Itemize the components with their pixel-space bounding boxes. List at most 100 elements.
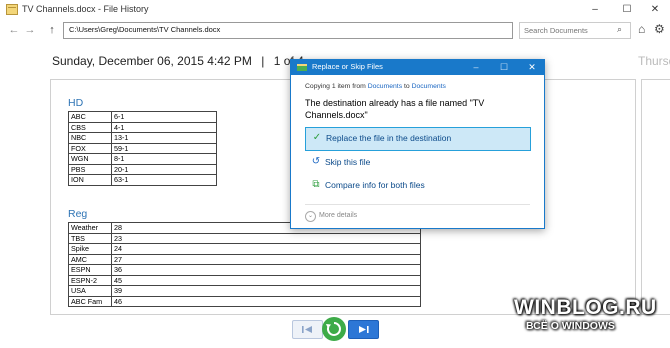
channel-name-cell: PBS xyxy=(68,163,112,175)
channel-name-cell: ESPN xyxy=(68,264,112,276)
channel-number-cell: 8-1 xyxy=(111,153,217,165)
dialog-title: Replace or Skip Files xyxy=(312,62,383,71)
table-row: AMC 27 xyxy=(68,253,421,265)
channel-number-cell: 45 xyxy=(111,274,421,286)
checkmark-icon: ✓ xyxy=(312,132,322,143)
window-title: TV Channels.docx - File History xyxy=(22,4,149,14)
hd-channel-table: ABC 6-1 CBS 4-1 NBC 13-1 FOX 59-1 WGN 8-1 PBS 20-1 I… xyxy=(68,111,217,186)
table-row: ESPN 36 xyxy=(68,264,421,276)
dialog-maximize-button[interactable]: ☐ xyxy=(493,60,515,75)
more-details-label: More details xyxy=(319,212,358,219)
skip-file-option[interactable]: ↺ Skip this file xyxy=(305,152,529,174)
destination-folder-link[interactable]: Documents xyxy=(412,83,446,90)
channel-name-cell: WGN xyxy=(68,153,112,165)
channel-number-cell: 36 xyxy=(111,264,421,276)
channel-number-cell: 46 xyxy=(111,295,421,307)
copy-prefix: Copying 1 item from xyxy=(305,83,368,90)
channel-number-cell: 20-1 xyxy=(111,163,217,175)
channel-name-cell: ABC xyxy=(68,111,112,123)
reg-heading: Reg xyxy=(68,208,88,220)
folder-icon xyxy=(297,64,307,71)
dialog-divider xyxy=(305,204,530,205)
navigation-bar: ← → ↑ C:\Users\Greg\Documents\TV Channel… xyxy=(0,20,670,42)
skip-option-label: Skip this file xyxy=(325,157,371,167)
table-row: TBS 23 xyxy=(68,232,421,244)
title-bar: TV Channels.docx - File History – ☐ ✕ xyxy=(0,0,670,20)
channel-name-cell: USA xyxy=(68,285,112,297)
table-row: CBS 4-1 xyxy=(68,121,217,133)
channel-name-cell: ABC Fam xyxy=(68,295,112,307)
settings-gear-icon[interactable]: ⚙ xyxy=(654,22,665,36)
watermark-subtitle: ВСЁ О WINDOWS xyxy=(526,320,615,332)
up-arrow-icon[interactable]: ↑ xyxy=(44,22,60,38)
maximize-button[interactable]: ☐ xyxy=(612,0,642,20)
channel-number-cell: 63-1 xyxy=(111,174,217,186)
table-row: PBS 20-1 xyxy=(68,163,217,175)
hd-heading: HD xyxy=(68,97,84,109)
replace-file-option[interactable]: ✓ Replace the file in the destination xyxy=(305,127,531,151)
channel-name-cell: NBC xyxy=(68,132,112,144)
search-icon[interactable]: ⌕ xyxy=(617,24,622,35)
home-icon[interactable]: ⌂ xyxy=(638,22,645,36)
channel-number-cell: 27 xyxy=(111,253,421,265)
channel-name-cell: ESPN-2 xyxy=(68,274,112,286)
channel-name-cell: Weather xyxy=(68,222,112,234)
dialog-title-bar: Replace or Skip Files – ☐ ✕ xyxy=(291,60,544,75)
watermark-title: WINBLOG.RU xyxy=(514,296,657,319)
channel-name-cell: FOX xyxy=(68,142,112,154)
restore-arrow-icon xyxy=(326,322,341,336)
next-version-preview[interactable] xyxy=(641,79,670,315)
table-row: ABC Fam 46 xyxy=(68,295,421,307)
back-arrow-icon[interactable]: ← xyxy=(6,22,22,38)
next-version-button[interactable] xyxy=(348,320,379,339)
table-row: Spike 24 xyxy=(68,243,421,255)
table-row: NBC 13-1 xyxy=(68,132,217,144)
table-row: FOX 59-1 xyxy=(68,142,217,154)
channel-number-cell: 24 xyxy=(111,243,421,255)
table-row: ABC 6-1 xyxy=(68,111,217,123)
channel-name-cell: AMC xyxy=(68,253,112,265)
dialog-minimize-button[interactable]: – xyxy=(465,60,487,75)
address-bar[interactable]: C:\Users\Greg\Documents\TV Channels.docx… xyxy=(63,22,572,39)
restore-button[interactable] xyxy=(322,317,346,341)
channel-number-cell: 4-1 xyxy=(111,121,217,133)
close-button[interactable]: ✕ xyxy=(640,0,670,20)
channel-name-cell: ION xyxy=(68,174,112,186)
table-row: ION 63-1 xyxy=(68,174,217,186)
previous-version-button[interactable] xyxy=(292,320,323,339)
minimize-button[interactable]: – xyxy=(580,0,610,20)
search-input[interactable] xyxy=(524,23,616,38)
replace-option-label: Replace the file in the destination xyxy=(326,133,452,143)
source-folder-link[interactable]: Documents xyxy=(368,83,402,90)
compare-files-option[interactable]: ⧉ Compare info for both files xyxy=(305,175,529,197)
next-icon xyxy=(359,326,369,333)
channel-number-cell: 13-1 xyxy=(111,132,217,144)
table-row: USA 39 xyxy=(68,285,421,297)
expand-chevron-icon: ⌄ xyxy=(305,211,316,222)
channel-name-cell: CBS xyxy=(68,121,112,133)
address-path: C:\Users\Greg\Documents\TV Channels.docx xyxy=(69,25,221,34)
reg-channel-table: Weather 28 TBS 23 Spike 24 AMC 27 ESPN 36 ESPN-2 45… xyxy=(68,222,421,307)
dialog-close-button[interactable]: ✕ xyxy=(521,60,543,75)
forward-arrow-icon[interactable]: → xyxy=(22,22,38,38)
version-separator: | xyxy=(261,54,265,68)
channel-number-cell: 6-1 xyxy=(111,111,217,123)
compare-option-label: Compare info for both files xyxy=(325,180,425,190)
compare-files-icon: ⧉ xyxy=(312,179,320,190)
channel-number-cell: 23 xyxy=(111,232,421,244)
channel-number-cell: 39 xyxy=(111,285,421,297)
replace-or-skip-dialog: Replace or Skip Files – ☐ ✕ Copying 1 it… xyxy=(290,59,545,229)
search-box[interactable]: ⌕ xyxy=(519,22,631,39)
channel-name-cell: TBS xyxy=(68,232,112,244)
next-version-date[interactable]: Thursd xyxy=(638,54,670,68)
copy-status: Copying 1 item from Documents to Documen… xyxy=(305,83,446,90)
version-date: Sunday, December 06, 2015 4:42 PM xyxy=(52,54,252,68)
copy-mid: to xyxy=(402,83,412,90)
skip-arrow-icon: ↺ xyxy=(311,156,321,167)
table-row: WGN 8-1 xyxy=(68,153,217,165)
conflict-message: The destination already has a file named… xyxy=(305,98,485,120)
table-row: ESPN-2 45 xyxy=(68,274,421,286)
previous-icon xyxy=(302,326,312,333)
channel-number-cell: 59-1 xyxy=(111,142,217,154)
file-history-app-icon xyxy=(6,4,18,15)
